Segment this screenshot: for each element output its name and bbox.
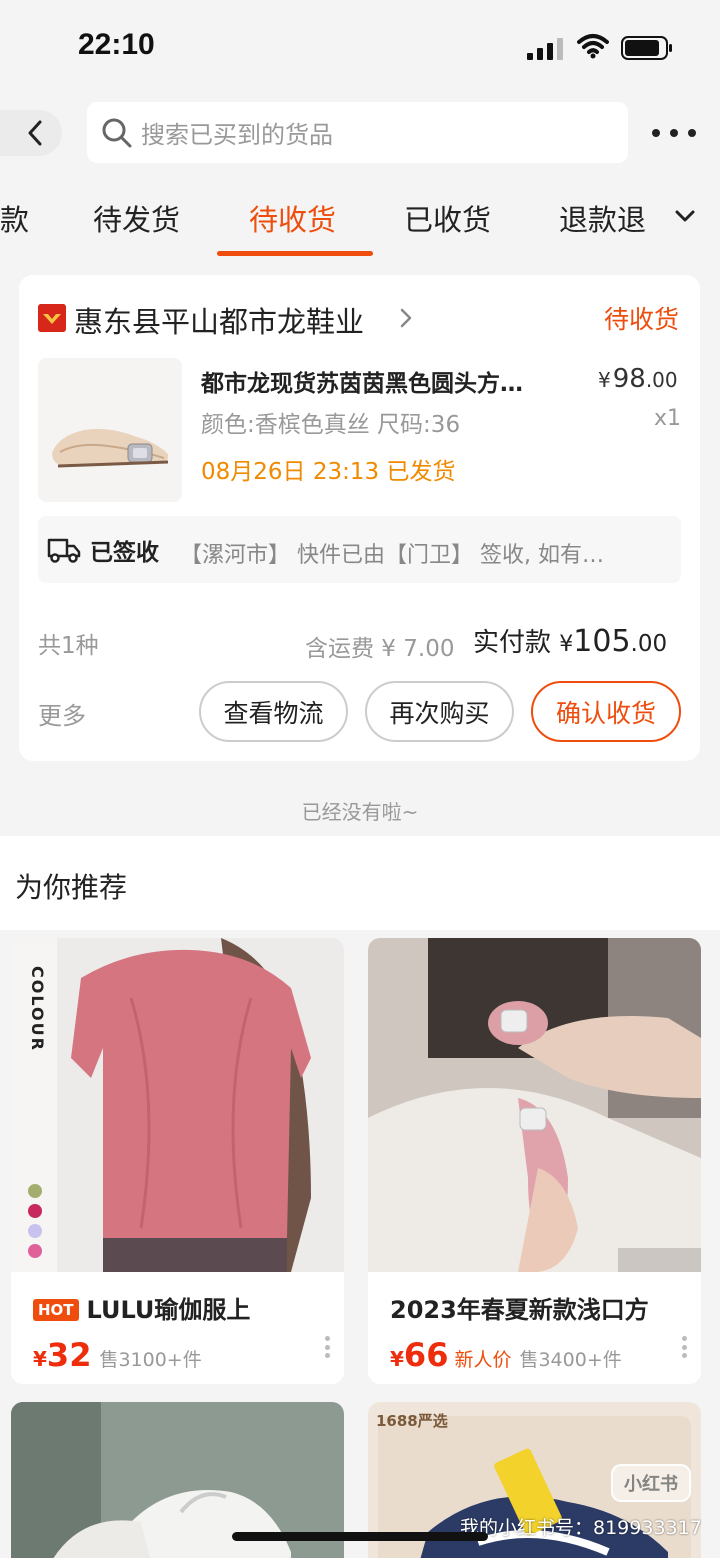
chevron-right-icon[interactable] (398, 307, 414, 329)
product-image[interactable] (38, 358, 182, 502)
image-label-colour: COLOUR (28, 966, 47, 1052)
price-decimal: .00 (645, 368, 678, 392)
freight-info: 含运费 ¥ 7.00 (305, 636, 455, 662)
order-status: 待收货 (604, 305, 680, 334)
product-card-price: ¥32 售3100+件 (33, 1336, 202, 1374)
search-icon (102, 118, 132, 147)
product-card-title-text: LULU瑜伽服上 (86, 1296, 251, 1324)
paid-integer: 105 (573, 624, 631, 659)
product-title[interactable]: 都市龙现货苏茵茵黑色圆头方… (201, 364, 573, 398)
search-placeholder: 搜索已买到的货品 (141, 121, 333, 149)
cellular-signal-icon (527, 38, 563, 60)
more-dot-icon (688, 129, 696, 137)
end-of-list-hint: 已经没有啦~ (301, 800, 419, 824)
tab-received[interactable]: 已收货 (404, 197, 491, 239)
paid-decimal: .00 (630, 631, 668, 657)
recommend-card[interactable]: COLOUR HOT LULU瑜伽服上 ¥32 售3100+件 (11, 938, 344, 1384)
card-more-icon[interactable] (682, 1336, 688, 1358)
battery-icon (621, 36, 672, 60)
shop-name[interactable]: 惠东县平山都市龙鞋业 (74, 299, 364, 341)
delivery-truck-icon (47, 538, 81, 563)
buy-again-button[interactable]: 再次购买 (365, 681, 514, 742)
product-spec: 颜色:香槟色真丝 尺码:36 (201, 412, 461, 438)
logistics-message: 【漯河市】 快件已由【门卫】 签收, 如有… (180, 543, 604, 568)
product-card-title: HOT LULU瑜伽服上 (33, 1290, 250, 1325)
search-input[interactable]: 搜索已买到的货品 (87, 102, 628, 163)
product-price: ¥98.00 (598, 364, 678, 394)
product-card-title: 2023年春夏新款浅口方 (390, 1296, 649, 1324)
active-tab-indicator (217, 251, 373, 256)
tab-pending-receipt[interactable]: 待收货 (249, 197, 336, 239)
confirm-receipt-button[interactable]: 确认收货 (531, 681, 681, 742)
home-indicator[interactable] (232, 1532, 488, 1541)
more-actions-link[interactable]: 更多 (38, 696, 86, 731)
yoga-top-image (11, 938, 344, 1272)
more-dot-icon (670, 129, 678, 137)
back-button[interactable] (0, 110, 62, 156)
chevron-left-icon (28, 120, 42, 146)
recommend-card[interactable]: 2023年春夏新款浅口方 ¥66 新人价 售3400+件 (368, 938, 701, 1384)
product-card-price: ¥66 新人价 售3400+件 (390, 1336, 622, 1374)
card-price-value: 32 (46, 1336, 92, 1374)
watermark-logo: 小红书 (611, 1464, 691, 1502)
watermark-id: 我的小红书号：819933317 (460, 1517, 702, 1539)
paid-amount: 实付款 ¥105.00 (473, 622, 667, 659)
shipping-info: 08月26日 23:13 已发货 (201, 459, 456, 485)
hot-badge: HOT (33, 1299, 79, 1321)
status-time: 22:10 (78, 28, 155, 61)
chevron-down-icon[interactable] (673, 206, 697, 226)
pink-flats-image (368, 938, 701, 1272)
paid-label: 实付款 (473, 628, 552, 658)
card-price-value: 66 (403, 1336, 449, 1374)
card-more-icon[interactable] (325, 1336, 331, 1358)
wifi-icon (577, 34, 609, 59)
item-count: 共1种 (38, 633, 99, 659)
paid-currency: ¥ (559, 632, 574, 657)
card-price-currency: ¥ (33, 1347, 47, 1371)
logistics-status: 已签收 (90, 540, 159, 566)
price-integer: 98 (612, 364, 646, 394)
view-logistics-button[interactable]: 查看物流 (199, 681, 348, 742)
recommend-title: 为你推荐 (15, 871, 128, 904)
product-quantity: x1 (654, 406, 682, 431)
tab-pending-shipment[interactable]: 待发货 (93, 197, 180, 239)
card-price-currency: ¥ (390, 1347, 404, 1371)
newcomer-price-tag: 新人价 (454, 1349, 512, 1371)
image-label-1688: 1688严选 (376, 1412, 448, 1430)
card-sold-count: 售3400+件 (519, 1349, 622, 1371)
tab-refund[interactable]: 退款退 (559, 197, 646, 239)
tab-partial-left[interactable]: 款 (0, 197, 29, 239)
more-options-button[interactable] (652, 118, 696, 148)
card-sold-count: 售3100+件 (99, 1349, 202, 1371)
more-dot-icon (652, 129, 660, 137)
price-currency: ¥ (598, 368, 611, 392)
shop-logo-icon (38, 304, 66, 332)
